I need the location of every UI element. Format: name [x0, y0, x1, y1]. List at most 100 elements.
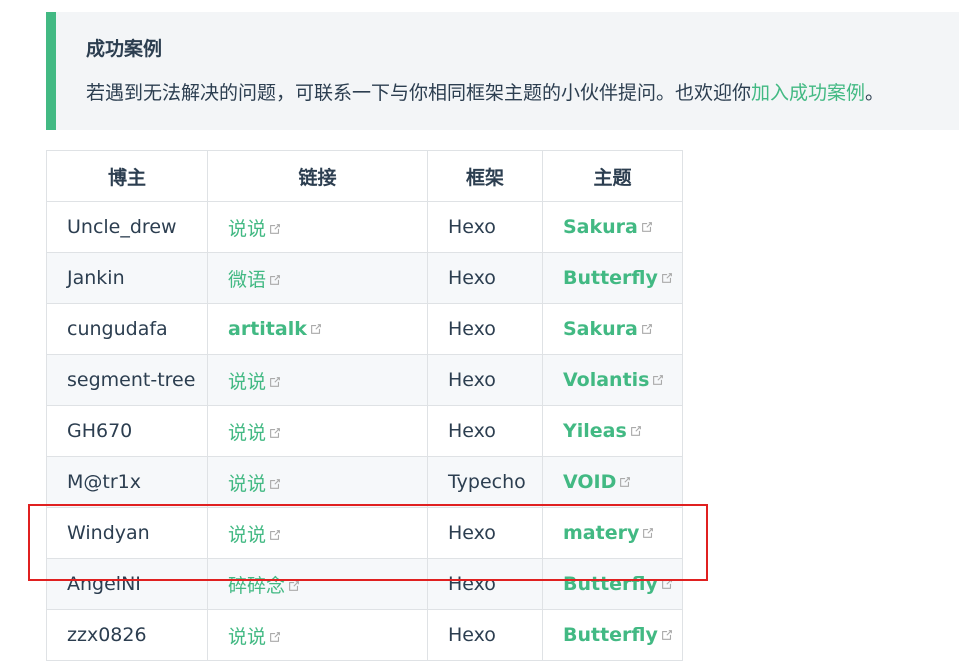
- header-theme: 主题: [542, 150, 683, 202]
- table-header-row: 博主 链接 框架 主题: [46, 150, 683, 202]
- external-link-icon: [268, 273, 282, 287]
- theme-link[interactable]: Butterfly: [563, 624, 674, 646]
- cell-theme: Sakura: [542, 303, 683, 355]
- post-link-label: 说说: [228, 625, 267, 648]
- theme-link-label: Butterfly: [563, 624, 658, 646]
- post-link-label: 碎碎念: [228, 574, 286, 597]
- theme-link[interactable]: matery: [563, 522, 655, 544]
- theme-link-label: Butterfly: [563, 573, 658, 595]
- table-row: Jankin 微语 Hexo Butterfly: [46, 252, 683, 304]
- external-link-icon: [268, 477, 282, 491]
- table-body: Uncle_drew 说说 Hexo Sakura Jankin 微语 Hexo Butter…: [46, 201, 683, 661]
- post-link-label: 微语: [228, 268, 267, 291]
- theme-link-label: Butterfly: [563, 267, 658, 289]
- post-link-label: 说说: [228, 217, 267, 240]
- cell-framework: Hexo: [427, 609, 543, 661]
- cell-link: 说说: [207, 354, 428, 406]
- cell-framework: Hexo: [427, 354, 543, 406]
- external-link-icon: [641, 526, 655, 540]
- cell-link: 说说: [207, 405, 428, 457]
- table-row: M@tr1x 说说 Typecho VOID: [46, 456, 683, 508]
- external-link-icon: [660, 271, 674, 285]
- cell-link: artitalk: [207, 303, 428, 355]
- external-link-icon: [660, 628, 674, 642]
- success-cases-tip: 成功案例 若遇到无法解决的问题，可联系一下与你相同框架主题的小伙伴提问。也欢迎你…: [46, 12, 959, 130]
- external-link-icon: [640, 220, 654, 234]
- external-link-icon: [268, 528, 282, 542]
- cell-blogger: Jankin: [46, 252, 208, 304]
- table-row: AngelNI 碎碎念 Hexo Butterfly: [46, 558, 683, 610]
- cell-theme: Butterfly: [542, 252, 683, 304]
- header-blogger: 博主: [46, 150, 208, 202]
- post-link[interactable]: 说说: [228, 422, 282, 444]
- cell-link: 说说: [207, 507, 428, 559]
- cell-blogger: Uncle_drew: [46, 201, 208, 253]
- external-link-icon: [268, 426, 282, 440]
- post-link[interactable]: 微语: [228, 269, 282, 291]
- post-link[interactable]: 碎碎念: [228, 575, 301, 597]
- cell-framework: Hexo: [427, 405, 543, 457]
- cell-theme: Butterfly: [542, 609, 683, 661]
- post-link[interactable]: 说说: [228, 218, 282, 240]
- tip-title: 成功案例: [86, 38, 163, 60]
- external-link-icon: [640, 322, 654, 336]
- post-link-label: 说说: [228, 472, 267, 495]
- cell-link: 说说: [207, 456, 428, 508]
- cell-blogger: cungudafa: [46, 303, 208, 355]
- cell-theme: Butterfly: [542, 558, 683, 610]
- cell-blogger: GH670: [46, 405, 208, 457]
- post-link[interactable]: artitalk: [228, 318, 323, 340]
- cell-framework: Hexo: [427, 558, 543, 610]
- theme-link[interactable]: Sakura: [563, 216, 654, 238]
- table-row: cungudafa artitalk Hexo Sakura: [46, 303, 683, 355]
- success-cases-table: 博主 链接 框架 主题 Uncle_drew 说说 Hexo Sakura Jankin…: [46, 150, 683, 661]
- cell-theme: Volantis: [542, 354, 683, 406]
- post-link[interactable]: 说说: [228, 473, 282, 495]
- table-row: Uncle_drew 说说 Hexo Sakura: [46, 201, 683, 253]
- theme-link-label: VOID: [563, 471, 617, 493]
- external-link-icon: [268, 375, 282, 389]
- cell-framework: Hexo: [427, 507, 543, 559]
- header-framework: 框架: [427, 150, 543, 202]
- theme-link-label: matery: [563, 522, 640, 544]
- theme-link[interactable]: Volantis: [563, 369, 665, 391]
- post-link-label: artitalk: [228, 318, 307, 340]
- table-row: GH670 说说 Hexo Yileas: [46, 405, 683, 457]
- theme-link[interactable]: Butterfly: [563, 267, 674, 289]
- post-link-label: 说说: [228, 523, 267, 546]
- cell-blogger: segment-tree: [46, 354, 208, 406]
- post-link-label: 说说: [228, 370, 267, 393]
- external-link-icon: [268, 222, 282, 236]
- theme-link[interactable]: Sakura: [563, 318, 654, 340]
- cell-framework: Hexo: [427, 252, 543, 304]
- cell-framework: Typecho: [427, 456, 543, 508]
- join-success-cases-link[interactable]: 加入成功案例: [751, 82, 865, 104]
- cell-link: 碎碎念: [207, 558, 428, 610]
- cell-blogger: AngelNI: [46, 558, 208, 610]
- table-row: Windyan 说说 Hexo matery: [46, 507, 683, 559]
- tip-body: 若遇到无法解决的问题，可联系一下与你相同框架主题的小伙伴提问。也欢迎你加入成功案…: [86, 78, 884, 105]
- theme-link-label: Sakura: [563, 318, 638, 340]
- tip-body-end: 。: [865, 82, 885, 104]
- external-link-icon: [287, 579, 301, 593]
- cell-theme: Yileas: [542, 405, 683, 457]
- theme-link[interactable]: VOID: [563, 471, 632, 493]
- external-link-icon: [268, 630, 282, 644]
- post-link[interactable]: 说说: [228, 626, 282, 648]
- cell-link: 说说: [207, 201, 428, 253]
- cell-framework: Hexo: [427, 303, 543, 355]
- post-link[interactable]: 说说: [228, 371, 282, 393]
- post-link[interactable]: 说说: [228, 524, 282, 546]
- cell-framework: Hexo: [427, 201, 543, 253]
- table-row: zzx0826 说说 Hexo Butterfly: [46, 609, 683, 661]
- cell-link: 说说: [207, 609, 428, 661]
- cell-theme: matery: [542, 507, 683, 559]
- cell-theme: VOID: [542, 456, 683, 508]
- cell-blogger: zzx0826: [46, 609, 208, 661]
- theme-link[interactable]: Butterfly: [563, 573, 674, 595]
- external-link-icon: [660, 577, 674, 591]
- theme-link[interactable]: Yileas: [563, 420, 643, 442]
- cell-blogger: Windyan: [46, 507, 208, 559]
- external-link-icon: [618, 475, 632, 489]
- tip-body-text: 若遇到无法解决的问题，可联系一下与你相同框架主题的小伙伴提问。也欢迎你: [86, 82, 752, 104]
